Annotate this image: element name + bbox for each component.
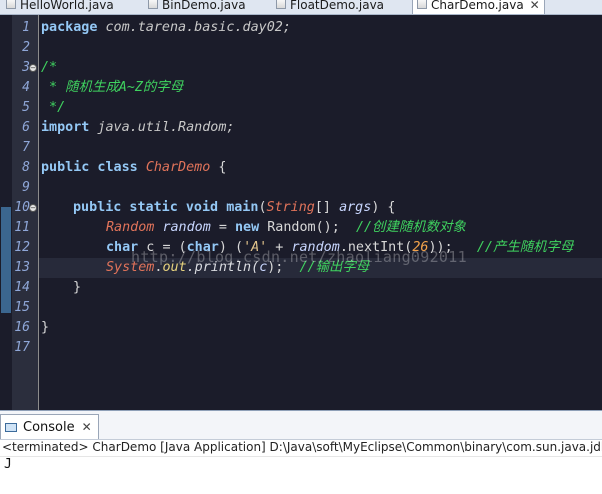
line-number: 17 [14,340,30,355]
java-file-icon [148,0,158,9]
brace: } [73,280,82,295]
left-ruler [0,15,12,410]
java-file-icon [276,0,286,9]
line-number: 8 [22,160,30,175]
code-editor[interactable]: 1 2 3 4 5 6 7 8 9 10 11 12 13 14 15 16 1… [0,15,602,410]
code-line-3: /* [41,58,57,78]
class-name: CharDemo [145,160,211,175]
line-number: 13 [14,260,30,275]
comment: //产生随机字母 [476,240,574,255]
java-file-icon [6,0,16,9]
brace: { [210,160,227,175]
keyword: public class [41,160,138,175]
tab-label: FloatDemo.java [290,0,385,12]
keyword: import [41,120,90,135]
tab-helloworld[interactable]: HelloWorld.java [6,0,114,14]
console-tab-bar: Console ✕ [0,410,602,440]
console-icon [5,422,17,432]
line-number: 7 [22,140,30,155]
line-number: 1 [22,20,30,35]
console-output-area[interactable]: J [0,456,602,494]
param-name: args [339,200,372,215]
paren: ( [258,200,267,215]
code-line-5: */ [41,98,65,118]
code-line-4: * 随机生成A~Z的字母 [41,78,183,98]
operator: = [210,220,235,235]
code-line-8: public class CharDemo { [41,158,226,178]
tab-label: HelloWorld.java [20,0,114,12]
tab-label: CharDemo.java [431,0,524,12]
keyword: new [235,220,260,235]
variable: random [162,220,211,235]
line-number: 6 [22,120,30,135]
code-line-10: public static void main(String[] args) { [73,198,396,218]
close-icon[interactable]: ✕ [530,0,540,11]
code-line-1: package com.tarena.basic.day02; [41,18,291,38]
fold-toggle-icon[interactable]: − [29,204,37,212]
constructor-call: Random(); [259,220,340,235]
close-icon[interactable]: ✕ [82,420,92,434]
keyword: public static void [73,200,219,215]
console-tab-label: Console [23,419,75,435]
line-number: 2 [22,40,30,55]
comment: //创建随机数对象 [355,220,466,235]
watermark: http://blog.csdn.net/zhaoliang092011 [131,248,467,266]
package-name: com.tarena.basic.day02; [97,20,291,35]
code-line-11: Random random = new Random(); //创建随机数对象 [106,218,466,238]
tab-chardemo[interactable]: CharDemo.java ✕ [412,0,545,14]
brace: } [41,320,50,335]
method-name: main [226,200,259,215]
type-name: Random [106,220,155,235]
java-file-icon [417,0,427,9]
change-marker [1,207,11,313]
editor-tab-bar: HelloWorld.java BinDemo.java FloatDemo.j… [0,0,602,15]
brace: ) { [371,200,396,215]
code-line-14: } [73,278,81,298]
line-number: 3 [22,60,30,75]
type-name: String [266,200,315,215]
tab-console[interactable]: Console ✕ [0,414,99,439]
line-number: 14 [14,280,30,295]
line-number: 11 [14,220,30,235]
line-number: 15 [14,300,30,315]
line-number: 4 [22,80,30,95]
line-number: 10 [14,200,30,215]
tab-label: BinDemo.java [162,0,246,12]
console-output: J [4,457,12,472]
code-line-6: import java.util.Random; [41,118,235,138]
line-number: 5 [22,100,30,115]
keyword: package [41,20,98,35]
line-number: 16 [14,320,30,335]
fold-toggle-icon[interactable]: − [29,64,37,72]
comment: * 随机生成A~Z的字母 [41,80,184,95]
line-number: 12 [14,240,30,255]
tab-floatdemo[interactable]: FloatDemo.java [276,0,384,14]
console-status: <terminated> CharDemo [Java Application]… [2,440,602,454]
comment: */ [41,100,66,115]
line-number: 9 [22,180,30,195]
comment: /* [41,60,58,75]
brackets: [] [314,200,340,215]
code-line-16: } [41,318,49,338]
gutter-divider [38,15,39,410]
import-name: java.util.Random; [89,120,235,135]
tab-bindemo[interactable]: BinDemo.java [148,0,246,14]
